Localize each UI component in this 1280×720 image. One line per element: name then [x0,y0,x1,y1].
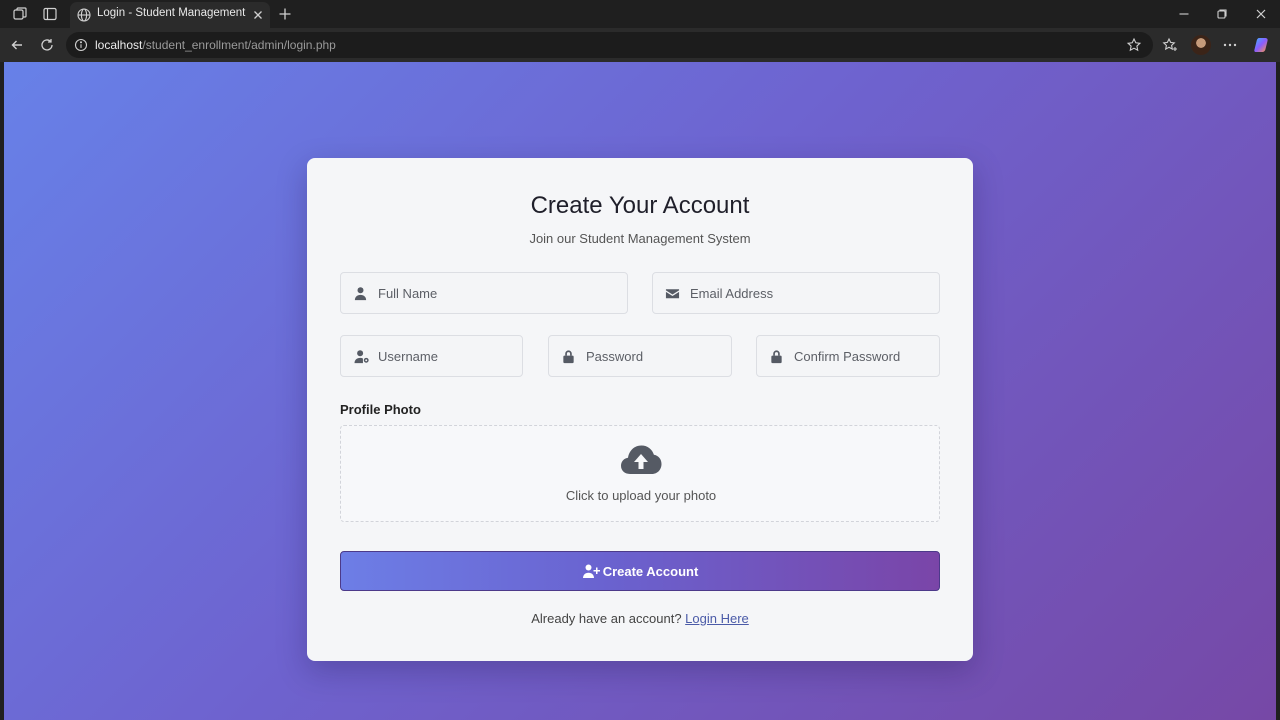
url-host: localhost [95,38,143,52]
lock-icon [563,350,574,364]
new-tab-icon[interactable] [277,6,293,22]
address-bar[interactable]: localhost/student_enrollment/admin/login… [66,32,1153,58]
favorite-star-icon[interactable] [1126,37,1142,53]
minimize-icon[interactable] [1176,6,1192,22]
envelope-icon [665,289,680,299]
login-row: Already have an account? Login Here [307,611,973,626]
user-plus-icon [582,564,600,578]
page-title: Create Your Account [530,192,750,219]
full-name-field[interactable] [340,272,628,314]
login-link[interactable]: Login Here [685,611,749,626]
address-url: localhost/student_enrollment/admin/login… [95,38,336,52]
user-gear-icon [354,350,369,364]
close-tab-icon[interactable] [251,8,265,22]
tab-title: Login - Student Management System [97,7,247,19]
upload-text: Click to upload your photo [565,488,717,503]
more-menu-icon[interactable] [1222,37,1238,53]
email-input[interactable] [690,273,930,313]
browser-tab-bar: Login - Student Management System [0,0,1280,28]
profile-avatar[interactable] [1191,35,1211,55]
password-field[interactable] [548,335,732,377]
cloud-upload-icon [621,445,662,474]
confirm-password-field[interactable] [756,335,940,377]
browser-toolbar: localhost/student_enrollment/admin/login… [0,28,1280,62]
user-icon [354,287,367,301]
username-input[interactable] [378,336,518,376]
close-window-icon[interactable] [1253,6,1269,22]
lock-icon [771,350,782,364]
password-input[interactable] [586,336,726,376]
page-subtitle: Join our Student Management System [529,231,751,246]
url-path: /student_enrollment/admin/login.php [142,38,336,52]
restore-icon[interactable] [1214,6,1230,22]
confirm-password-input[interactable] [794,336,934,376]
site-info-icon[interactable] [74,38,88,52]
tab-actions-icon[interactable] [42,6,58,22]
page-viewport: Create Your Account Join our Student Man… [4,62,1276,720]
back-icon[interactable] [9,37,25,53]
register-card: Create Your Account Join our Student Man… [307,158,973,661]
profile-photo-label: Profile Photo [340,402,421,417]
globe-icon [77,8,91,22]
refresh-icon[interactable] [39,37,55,53]
email-field[interactable] [652,272,940,314]
username-field[interactable] [340,335,523,377]
copilot-icon[interactable] [1253,36,1271,54]
login-prompt: Already have an account? [531,611,682,626]
full-name-input[interactable] [378,273,618,313]
photo-upload-area[interactable]: Click to upload your photo [340,425,940,522]
tab-active[interactable]: Login - Student Management System [70,2,270,28]
workspaces-icon[interactable] [12,6,28,22]
create-account-label: Create Account [602,564,699,579]
favorites-icon[interactable] [1162,37,1178,53]
create-account-button[interactable]: Create Account [340,551,940,591]
